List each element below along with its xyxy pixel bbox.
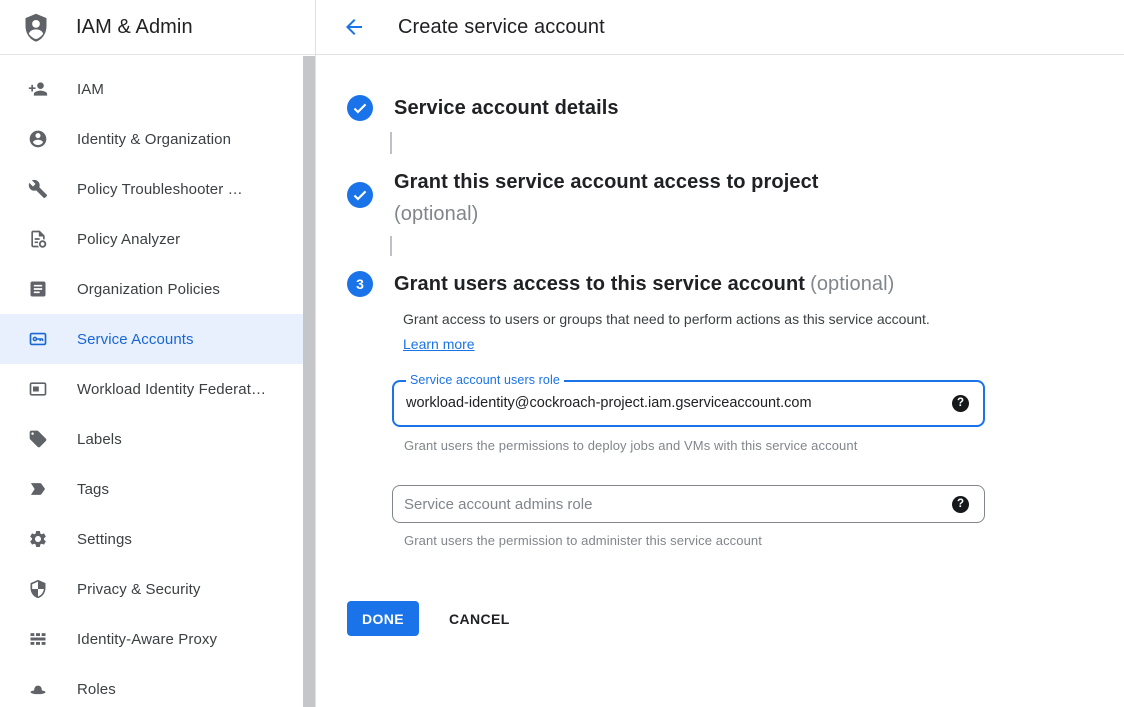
sidebar-item-settings[interactable]: Settings — [0, 514, 315, 564]
proxy-grid-icon — [28, 629, 48, 649]
step-connector — [390, 236, 392, 256]
sidebar-item-label: Roles — [77, 681, 116, 698]
gcp-console-app: IAM & Admin IAM Identity & Organization … — [0, 0, 1124, 707]
sidebar-item-policy-troubleshooter[interactable]: Policy Troubleshooter … — [0, 164, 315, 214]
sidebar-item-iam[interactable]: IAM — [0, 64, 315, 114]
sidebar-item-label: Policy Analyzer — [77, 231, 180, 248]
admins-role-helper-text: Grant users the permission to administer… — [404, 533, 1124, 548]
step-connector — [390, 132, 392, 154]
sidebar-item-privacy-security[interactable]: Privacy & Security — [0, 564, 315, 614]
step-3-number-badge: 3 — [347, 271, 373, 297]
sidebar-item-label: Organization Policies — [77, 281, 220, 298]
done-button[interactable]: DONE — [347, 601, 419, 636]
create-service-account-form: Service account details Grant this servi… — [316, 55, 1124, 636]
service-account-admins-role-field: ? — [392, 485, 985, 523]
step-3-optional-label: (optional) — [810, 273, 894, 295]
sidebar-item-label: Service Accounts — [77, 331, 194, 348]
sidebar-item-identity-organization[interactable]: Identity & Organization — [0, 114, 315, 164]
sidebar-item-identity-aware-proxy[interactable]: Identity-Aware Proxy — [0, 614, 315, 664]
step-2-complete-check-icon — [347, 182, 373, 208]
page-title: Create service account — [398, 16, 605, 39]
sidebar-item-label: Settings — [77, 531, 132, 548]
step-1-title: Service account details — [394, 95, 619, 121]
sidebar-item-organization-policies[interactable]: Organization Policies — [0, 264, 315, 314]
sidebar-header: IAM & Admin — [0, 0, 315, 55]
sidebar-scrollbar-thumb[interactable] — [303, 56, 315, 707]
sidebar-item-label: Identity-Aware Proxy — [77, 631, 217, 648]
step-3-number: 3 — [356, 276, 364, 292]
service-account-key-icon — [28, 329, 48, 349]
shield-half-icon — [28, 579, 48, 599]
sidebar-item-label: IAM — [77, 81, 104, 98]
sidebar-item-service-accounts[interactable]: Service Accounts — [0, 314, 315, 364]
sidebar-item-workload-identity-federation[interactable]: Workload Identity Federat… — [0, 364, 315, 414]
account-circle-icon — [28, 129, 48, 149]
gear-icon — [28, 529, 48, 549]
users-role-help-icon[interactable]: ? — [952, 395, 969, 412]
wrench-icon — [28, 179, 48, 199]
admins-role-help-icon[interactable]: ? — [952, 496, 969, 513]
form-actions: DONE CANCEL — [347, 601, 1124, 636]
users-role-helper-text: Grant users the permissions to deploy jo… — [404, 438, 1124, 453]
users-role-input[interactable] — [406, 395, 942, 411]
step-3-description: Grant access to users or groups that nee… — [403, 307, 955, 357]
sidebar-item-label: Labels — [77, 431, 122, 448]
sidebar-item-policy-analyzer[interactable]: Policy Analyzer — [0, 214, 315, 264]
admins-role-input[interactable] — [404, 496, 942, 513]
step-2-optional-label: (optional) — [394, 198, 819, 230]
sidebar-item-label: Tags — [77, 481, 109, 498]
workload-identity-badge-icon — [28, 379, 48, 399]
cancel-button[interactable]: CANCEL — [449, 603, 510, 635]
main-panel: Create service account Service account d… — [316, 0, 1124, 707]
sidebar-item-label: Policy Troubleshooter … — [77, 181, 243, 198]
sidebar-item-label: Privacy & Security — [77, 581, 201, 598]
step-3-grant-users-access: 3 Grant users access to this service acc… — [347, 270, 1124, 298]
step-2-title-block: Grant this service account access to pro… — [394, 166, 819, 230]
service-account-users-role-field: Service account users role ? — [392, 373, 985, 427]
users-role-field-label: Service account users role — [406, 373, 564, 388]
step-1-complete-check-icon — [347, 95, 373, 121]
hat-icon — [28, 679, 48, 699]
label-icon — [28, 429, 48, 449]
org-policies-document-icon — [28, 279, 48, 299]
sidebar-item-label: Workload Identity Federat… — [77, 381, 266, 398]
back-arrow-icon — [342, 15, 366, 39]
step-2-title: Grant this service account access to pro… — [394, 171, 819, 193]
app-title: IAM & Admin — [76, 16, 193, 39]
step-1-service-account-details: Service account details — [347, 95, 1124, 121]
page-header: Create service account — [316, 0, 1124, 55]
step-3-title: Grant users access to this service accou… — [394, 270, 894, 298]
sidebar-nav: IAM Identity & Organization Policy Troub… — [0, 55, 315, 707]
step-2-grant-access-to-project: Grant this service account access to pro… — [347, 166, 1124, 230]
policy-analyzer-icon — [28, 229, 48, 249]
sidebar-item-tags[interactable]: Tags — [0, 464, 315, 514]
sidebar-scrollbar[interactable] — [303, 56, 315, 707]
sidebar-item-roles[interactable]: Roles — [0, 664, 315, 707]
iam-admin-shield-icon — [21, 9, 51, 46]
tag-icon — [28, 479, 48, 499]
sidebar: IAM & Admin IAM Identity & Organization … — [0, 0, 316, 707]
sidebar-item-label: Identity & Organization — [77, 131, 231, 148]
learn-more-link[interactable]: Learn more — [403, 336, 475, 352]
person-add-icon — [28, 79, 48, 99]
back-button[interactable] — [342, 15, 366, 39]
sidebar-item-labels[interactable]: Labels — [0, 414, 315, 464]
